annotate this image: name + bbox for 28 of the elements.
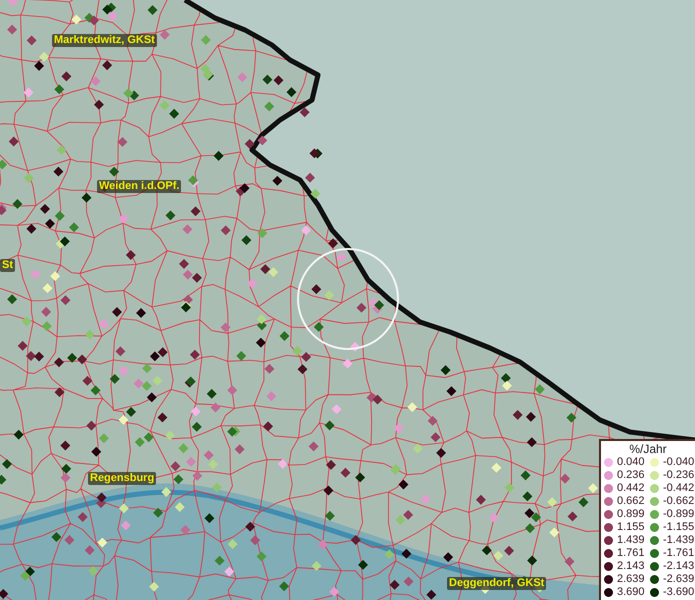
- legend-label: -1.155: [663, 521, 694, 534]
- place-label: Marktredwitz, GKSt: [52, 34, 157, 47]
- legend-title: %/Jahr: [628, 442, 668, 456]
- legend-label: -1.439: [663, 534, 694, 547]
- legend-label: 0.442: [617, 482, 645, 495]
- legend-label: -2.143: [663, 560, 694, 573]
- legend-label: 1.439: [617, 534, 645, 547]
- legend-label: -0.662: [663, 495, 694, 508]
- legend-label: 1.761: [617, 547, 645, 560]
- legend-label: -0.899: [663, 508, 694, 521]
- legend-label: 2.143: [617, 560, 645, 573]
- legend-label: 0.040: [617, 456, 645, 469]
- legend-label: -0.236: [663, 469, 694, 482]
- place-label: Regensburg: [88, 472, 156, 485]
- legend-label: 0.662: [617, 495, 645, 508]
- legend-label: -2.639: [663, 573, 694, 586]
- legend-label: -0.040: [663, 456, 694, 469]
- legend-label: 0.236: [617, 469, 645, 482]
- place-label: Weiden i.d.OPf.: [97, 180, 182, 193]
- legend-label: -1.761: [663, 547, 694, 560]
- legend-label: 1.155: [617, 521, 645, 534]
- legend-label: -3.690: [663, 586, 694, 599]
- legend-label: 2.639: [617, 573, 645, 586]
- legend-label: -0.442: [663, 482, 694, 495]
- legend-label: 0.899: [617, 508, 645, 521]
- place-label: St: [0, 259, 15, 272]
- legend-label: 3.690: [617, 586, 645, 599]
- place-label: Deggendorf, GKSt: [447, 577, 546, 590]
